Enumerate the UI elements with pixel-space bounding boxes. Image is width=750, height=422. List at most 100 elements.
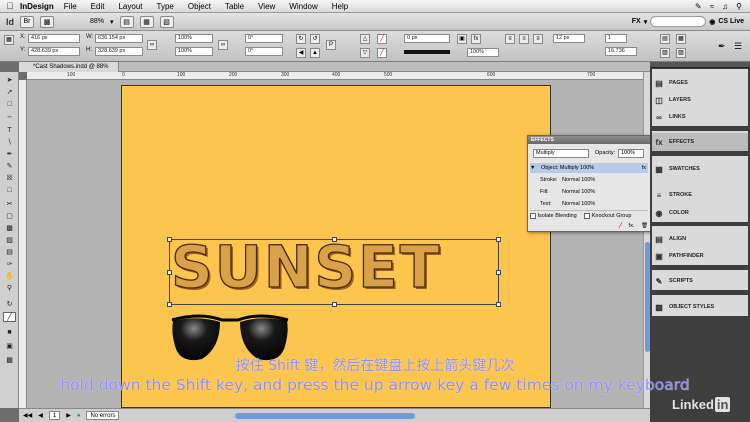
previous-page-icon[interactable]: ◀ [38, 412, 43, 419]
zoom-tool-icon[interactable]: ⚲ [3, 284, 16, 294]
reference-point-icon[interactable]: ▦ [4, 35, 14, 45]
paragraph-icon[interactable]: P [326, 40, 336, 50]
menu-table[interactable]: Table [225, 2, 244, 11]
columns-field[interactable]: 1 [605, 34, 627, 43]
pen-icon[interactable]: ✒ [718, 41, 726, 52]
shear-field[interactable]: 0° [245, 47, 283, 56]
fx-button-icon[interactable]: fx [471, 34, 481, 44]
pencil-tool-icon[interactable]: ✎ [3, 162, 16, 172]
menu-type[interactable]: Type [157, 2, 174, 11]
free-transform-tool-icon[interactable]: ▢ [3, 212, 16, 222]
rotate-field[interactable]: 0° [245, 34, 283, 43]
selection-frame[interactable] [167, 237, 501, 307]
handle-top-right[interactable] [496, 237, 501, 242]
fill-stroke-icon[interactable]: ╱ [3, 312, 16, 322]
eyedropper-tool-icon[interactable]: ✑ [3, 260, 16, 270]
text-frame-options-icon[interactable]: ▤ [660, 34, 670, 44]
menu-help[interactable]: Help [332, 2, 348, 11]
rotate-cw-icon[interactable]: ↻ [296, 34, 306, 44]
document-tab[interactable]: *Cast Shadows.indd @ 88% [19, 62, 120, 72]
rectangle-tool-icon[interactable]: □ [3, 186, 16, 196]
select-container-icon[interactable]: △ [360, 34, 370, 44]
chevron-down-icon[interactable]: ▾ [110, 18, 114, 26]
h-field[interactable]: 328.639 px [95, 47, 143, 56]
screen-mode-icon[interactable]: ▣ [3, 342, 16, 352]
search-input[interactable] [650, 16, 707, 27]
menu-object[interactable]: Object [188, 2, 211, 11]
scissors-tool-icon[interactable]: ✂ [3, 200, 16, 210]
minibridge-button[interactable]: ▩ [40, 15, 54, 28]
arrange-documents-button[interactable]: ▧ [159, 15, 174, 28]
panel-menu-icon[interactable]: ☰ [734, 41, 742, 52]
handle-bottom-left[interactable] [167, 302, 172, 307]
knockout-group-checkbox[interactable] [584, 212, 591, 219]
clear-effects-icon[interactable]: ╱ [619, 223, 622, 229]
gradient-feather-tool-icon[interactable]: ▨ [3, 236, 16, 246]
scale-x-field[interactable]: 100% [175, 34, 213, 43]
selection-tool-icon[interactable]: ➤ [3, 76, 16, 86]
stroke-weight-field[interactable]: 0 px [404, 34, 450, 43]
bridge-button[interactable]: Br [20, 15, 34, 28]
text-effects-row[interactable]: Text: Normal 100% [530, 199, 648, 209]
panel-pages[interactable]: ▤ PAGES [652, 74, 748, 92]
panel-layers[interactable]: ◫ LAYERS [652, 91, 748, 109]
view-options-button[interactable]: ▤ [119, 15, 134, 28]
align-center-icon[interactable]: ≡ [519, 34, 529, 44]
menu-view[interactable]: View [258, 2, 275, 11]
opacity-field[interactable]: 100% [467, 48, 499, 57]
align-right-icon[interactable]: ≡ [533, 34, 543, 44]
app-name[interactable]: InDesign [20, 2, 54, 11]
x-field[interactable]: 416 px [28, 34, 80, 43]
hand-tool-icon[interactable]: ✋ [3, 272, 16, 282]
panel-align[interactable]: ▤ ALIGN [652, 230, 748, 248]
panel-swatches[interactable]: ▦ SWATCHES [652, 160, 748, 178]
pen-tool-icon[interactable]: ✒ [3, 150, 16, 160]
blend-mode-select[interactable]: Multiply [533, 149, 589, 158]
type-tool-icon[interactable]: T [3, 126, 16, 136]
note-tool-icon[interactable]: ▤ [3, 248, 16, 258]
drop-shadow-icon[interactable]: ▣ [457, 34, 467, 44]
first-page-icon[interactable]: ◀◀ [23, 412, 32, 419]
handle-middle-left[interactable] [167, 270, 172, 275]
volume-icon[interactable]: ♫ [722, 2, 728, 11]
workspace-switcher[interactable]: FX ▾ [632, 18, 647, 26]
wifi-icon[interactable]: ≈ [710, 2, 714, 11]
script-icon[interactable]: ✎ [695, 2, 702, 11]
line-tool-icon[interactable]: ∖ [3, 138, 16, 148]
flip-vertical-icon[interactable]: ▲ [310, 48, 320, 58]
panel-stroke[interactable]: ≡ STROKE [652, 186, 748, 204]
handle-middle-right[interactable] [496, 270, 501, 275]
panel-scripts[interactable]: ✎ SCRIPTS [652, 272, 748, 290]
fit-frame-icon[interactable]: ▨ [676, 48, 686, 58]
panel-effects[interactable]: fx EFFECTS [652, 133, 748, 151]
handle-bottom-right[interactable] [496, 302, 501, 307]
gutter-field[interactable]: 16.736 [605, 47, 637, 56]
disclosure-triangle-icon[interactable]: ▼ [530, 165, 535, 171]
stroke-type-preview[interactable] [404, 50, 450, 54]
menu-layout[interactable]: Layout [118, 2, 142, 11]
panel-color[interactable]: ◉ COLOR [652, 204, 748, 222]
flip-horizontal-icon[interactable]: ◀ [296, 48, 306, 58]
cs-live-button[interactable]: CS Live [718, 18, 744, 25]
isolate-blending-checkbox[interactable] [530, 212, 536, 219]
swap-fill-stroke-icon[interactable]: ↻ [3, 300, 16, 310]
w-field[interactable]: 636.154 px [95, 34, 143, 43]
page-number-field[interactable]: 1 [48, 411, 61, 420]
fit-content-icon[interactable]: ▧ [660, 48, 670, 58]
apple-icon[interactable]:  [0, 1, 20, 11]
spotlight-icon[interactable]: ⚲ [736, 2, 742, 11]
gap-tool-icon[interactable]: ↔ [3, 112, 16, 122]
effects-panel-title[interactable]: EFFECTS [528, 136, 650, 144]
wrap-icon[interactable]: ▦ [676, 34, 686, 44]
handle-top-left[interactable] [167, 237, 172, 242]
select-content-icon[interactable]: ▽ [360, 48, 370, 58]
apply-color-icon[interactable]: ■ [3, 328, 16, 338]
gradient-swatch-tool-icon[interactable]: ▩ [3, 224, 16, 234]
handle-bottom-center[interactable] [332, 302, 337, 307]
scale-y-field[interactable]: 100% [175, 47, 213, 56]
direct-selection-tool-icon[interactable]: ↗ [3, 88, 16, 98]
rectangle-frame-tool-icon[interactable]: ☒ [3, 174, 16, 184]
panel-pathfinder[interactable]: ▣ PATHFINDER [652, 247, 748, 265]
page-tool-icon[interactable]: □ [3, 100, 16, 110]
align-left-icon[interactable]: ≡ [505, 34, 515, 44]
